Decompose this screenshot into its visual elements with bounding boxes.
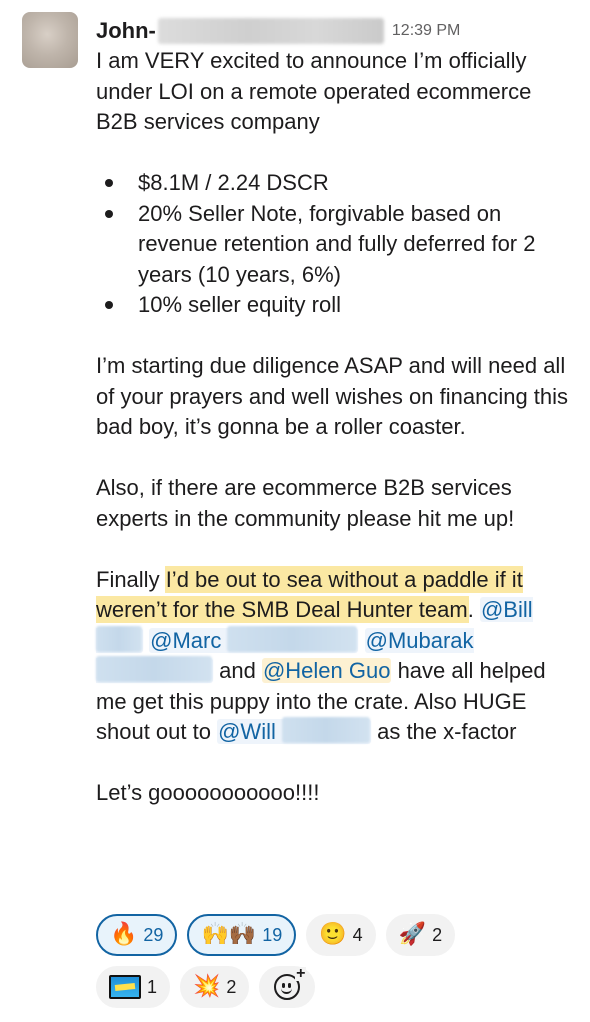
text: as the x-factor <box>370 719 517 744</box>
reaction-boom[interactable]: 💥 2 <box>180 966 250 1008</box>
mention-will[interactable]: @Will <box>217 717 371 744</box>
redacted-name <box>96 656 212 682</box>
message-paragraph: Also, if there are ecommerce B2B service… <box>96 475 515 531</box>
mention-helen-guo[interactable]: @Helen Guo <box>261 658 392 683</box>
fire-icon: 🔥 <box>110 922 138 947</box>
reactions-bar: 🔥 29 🙌🙌🏾 19 🙂 4 🚀 2 1 💥 2 + <box>96 914 576 1018</box>
mention-text: @Marc <box>150 627 222 653</box>
reaction-count: 2 <box>226 976 237 997</box>
message-header: John- 12:39 PM <box>96 16 460 46</box>
message-intro: I am VERY excited to announce I’m offici… <box>96 48 532 134</box>
rocket-icon: 🚀 <box>398 922 427 947</box>
reaction-raised-hands[interactable]: 🙌🙌🏾 19 <box>187 914 297 956</box>
timestamp[interactable]: 12:39 PM <box>392 22 460 40</box>
text: Finally <box>96 566 166 592</box>
redacted-name <box>96 625 142 652</box>
avatar[interactable] <box>22 12 78 68</box>
add-reaction-icon: + <box>274 966 307 1000</box>
reaction-count: 1 <box>147 976 158 997</box>
mention-text: @Bill <box>480 597 533 622</box>
mention-text: @Mubarak <box>365 627 474 653</box>
bullet-item: 10% seller equity roll <box>96 290 576 321</box>
message-body: I am VERY excited to announce I’m offici… <box>96 46 576 809</box>
bullet-item: $8.1M / 2.24 DSCR <box>96 168 576 199</box>
reaction-awesome[interactable]: 1 <box>96 966 171 1008</box>
reaction-count: 19 <box>262 924 283 945</box>
message-paragraph: Finally I’d be out to sea without a padd… <box>96 565 576 748</box>
mention-text: @Will <box>218 719 276 744</box>
reaction-rocket[interactable]: 🚀 2 <box>385 914 456 956</box>
redacted-name <box>281 717 370 743</box>
boom-icon: 💥 <box>193 974 221 999</box>
author-name[interactable]: John- <box>96 18 156 44</box>
add-reaction-button[interactable]: + <box>259 966 316 1008</box>
smile-icon: 🙂 <box>319 922 347 947</box>
bullet-list: $8.1M / 2.24 DSCR 20% Seller Note, forgi… <box>96 168 576 321</box>
bullet-item: 20% Seller Note, forgivable based on rev… <box>96 199 576 291</box>
reaction-count: 29 <box>143 924 164 945</box>
awesome-icon <box>109 975 141 999</box>
reaction-fire[interactable]: 🔥 29 <box>96 914 178 956</box>
message-paragraph: I’m starting due diligence ASAP and will… <box>96 353 569 439</box>
message-closing: Let’s gooooooooooo!!!! <box>96 780 320 805</box>
text: and <box>213 658 262 683</box>
reaction-count: 4 <box>352 924 363 945</box>
redacted-name <box>227 625 358 652</box>
reaction-slight-smile[interactable]: 🙂 4 <box>306 914 376 956</box>
text: . <box>467 597 480 622</box>
raised-hands-icon: 🙌🙌🏾 <box>201 922 257 947</box>
mention-marc[interactable]: @Marc <box>149 625 359 653</box>
reaction-count: 2 <box>432 924 443 945</box>
redacted-name <box>157 18 384 44</box>
